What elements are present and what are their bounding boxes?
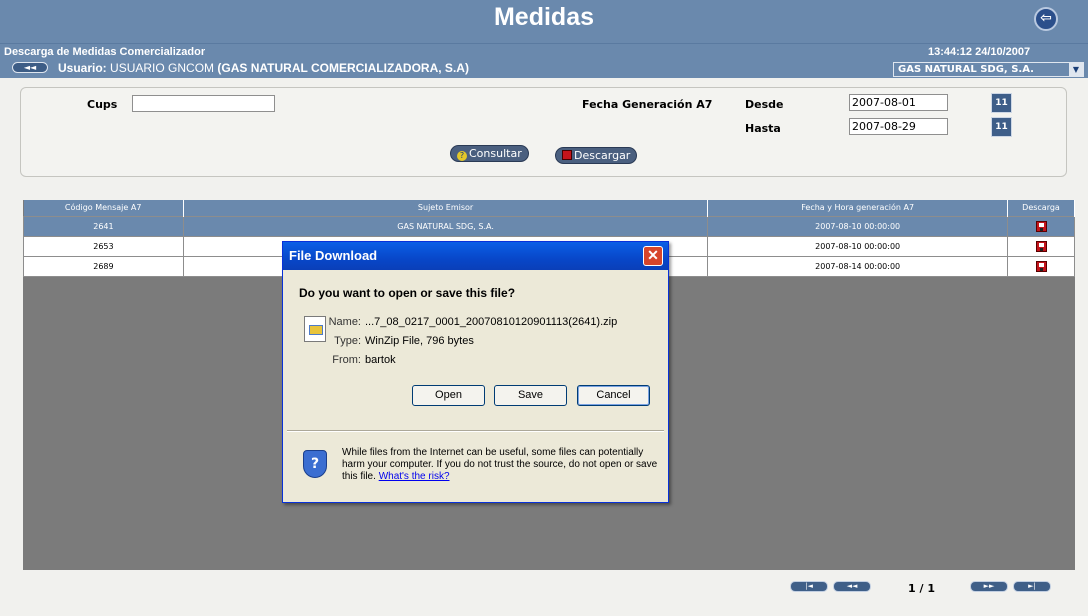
codigo-cell: 2653 [23, 235, 184, 257]
desde-input[interactable]: 2007-08-01 [849, 94, 948, 111]
cups-label: Cups [87, 98, 118, 111]
cancel-button[interactable]: Cancel [577, 385, 650, 406]
fecha-cell: 2007-08-10 00:00:00 [707, 235, 1008, 257]
hasta-label: Hasta [745, 122, 781, 135]
open-button[interactable]: Open [412, 385, 485, 406]
page-info: 1 / 1 [908, 582, 935, 595]
last-page-button[interactable]: ►| [1013, 581, 1051, 592]
fecha-cell: 2007-08-14 00:00:00 [707, 255, 1008, 277]
exit-icon[interactable]: ⇦ [1034, 7, 1058, 31]
file-download-dialog: File Download ✕ Do you want to open or s… [282, 241, 669, 503]
column-header[interactable]: Fecha y Hora generación A7 [707, 200, 1008, 216]
name-label: Name: [328, 316, 361, 328]
chevron-down-icon[interactable]: ▼ [1069, 63, 1083, 76]
company-select-value: GAS NATURAL SDG, S.A. [898, 64, 1034, 75]
type-label: Type: [334, 335, 361, 347]
title-bar: Medidas ⇦ [0, 0, 1088, 43]
back-button[interactable]: ◄◄ [12, 62, 48, 73]
dialog-question: Do you want to open or save this file? [299, 286, 516, 300]
save-disk-icon[interactable] [1035, 220, 1047, 232]
page-title: Medidas [493, 3, 595, 31]
dialog-title-bar[interactable]: File Download ✕ [283, 242, 668, 270]
user-label: Usuario: [58, 61, 107, 75]
fecha-cell: 2007-08-10 00:00:00 [707, 215, 1008, 237]
descargar-label: Descargar [574, 149, 631, 162]
descargar-button[interactable]: Descargar [555, 147, 638, 164]
security-warning: While files from the Internet can be use… [342, 447, 662, 483]
whats-the-risk-link[interactable]: What's the risk? [379, 471, 450, 482]
column-header[interactable]: Sujeto Emisor [183, 200, 709, 216]
datetime: 13:44:12 24/10/2007 [928, 46, 1031, 58]
column-header[interactable]: Código Mensaje A7 [23, 200, 184, 216]
from-value: bartok [365, 354, 396, 366]
section-title: Descarga de Medidas Comercializador [4, 46, 206, 58]
user-company: (GAS NATURAL COMERCIALIZADORA, S.A) [217, 61, 469, 75]
dialog-divider [287, 430, 664, 432]
calendar-icon[interactable]: 11 [991, 117, 1012, 137]
save-button[interactable]: Save [494, 385, 567, 406]
company-select[interactable]: GAS NATURAL SDG, S.A. ▼ [893, 62, 1084, 77]
from-label: From: [332, 354, 361, 366]
cups-input[interactable] [132, 95, 275, 112]
save-disk-icon[interactable] [1035, 240, 1047, 252]
consultar-label: Consultar [469, 147, 522, 160]
table-row[interactable]: 2641 GAS NATURAL SDG, S.A. 2007-08-10 00… [23, 215, 1075, 237]
consultar-button[interactable]: ? Consultar [450, 145, 529, 162]
fecha-label: Fecha Generación A7 [582, 98, 713, 111]
hasta-input[interactable]: 2007-08-29 [849, 118, 948, 135]
close-icon[interactable]: ✕ [643, 246, 663, 266]
file-from-row: From: bartok [321, 354, 396, 366]
calendar-icon[interactable]: 11 [991, 93, 1012, 113]
question-icon: ? [457, 151, 467, 161]
user-name: USUARIO GNCOM [110, 61, 215, 75]
codigo-cell: 2641 [23, 215, 184, 237]
save-disk-icon[interactable] [1035, 260, 1047, 272]
type-value: WinZip File, 796 bytes [365, 335, 474, 347]
download-cell [1007, 215, 1075, 237]
emisor-cell: GAS NATURAL SDG, S.A. [182, 215, 709, 237]
prev-page-button[interactable]: ◄◄ [833, 581, 871, 592]
name-value: ...7_08_0217_0001_20070810120901113(2641… [365, 316, 618, 328]
dialog-title: File Download [289, 248, 378, 263]
codigo-cell: 2689 [23, 255, 184, 277]
download-cell [1007, 255, 1075, 277]
first-page-button[interactable]: |◄ [790, 581, 828, 592]
user-info: Usuario: USUARIO GNCOM (GAS NATURAL COME… [58, 61, 469, 75]
file-type-row: Type: WinZip File, 796 bytes [321, 335, 474, 347]
column-header[interactable]: Descarga [1007, 200, 1075, 216]
desde-label: Desde [745, 98, 784, 111]
save-disk-icon [562, 150, 572, 160]
next-page-button[interactable]: ►► [970, 581, 1008, 592]
security-shield-icon: ? [303, 450, 327, 478]
file-name-row: Name: ...7_08_0217_0001_20070810120901113… [321, 316, 618, 328]
download-cell [1007, 235, 1075, 257]
